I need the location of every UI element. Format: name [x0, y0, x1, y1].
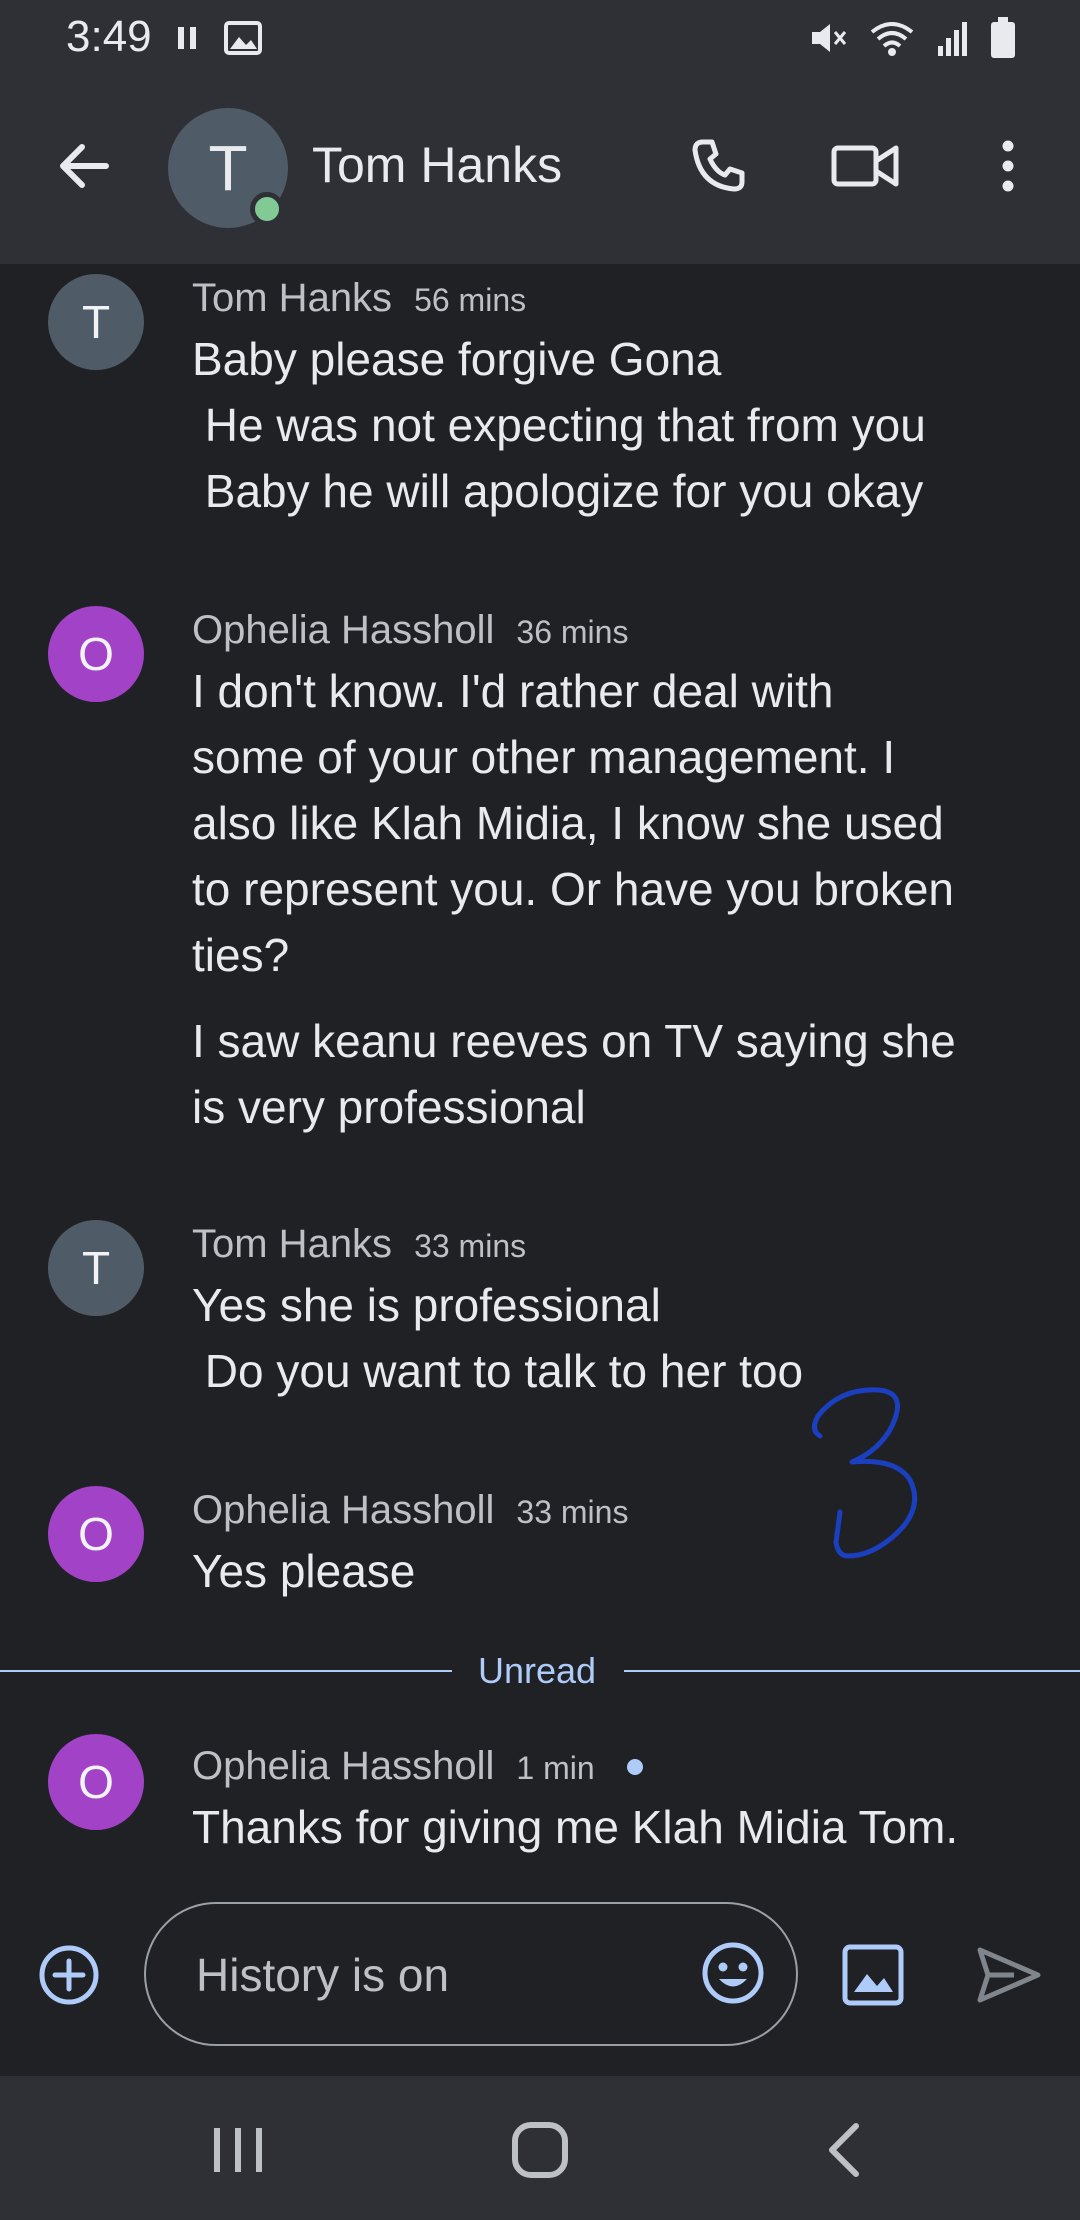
- message-time: 1 min: [516, 1750, 595, 1786]
- unread-dot: [626, 1758, 643, 1775]
- online-status-dot: [250, 192, 284, 226]
- message-text: I saw keanu reeves on TV saying she: [192, 1015, 956, 1067]
- nav-back-icon[interactable]: [822, 2120, 866, 2180]
- phone-icon[interactable]: [686, 134, 750, 198]
- status-right-icons: [808, 16, 1016, 60]
- sender-avatar[interactable]: T: [48, 274, 144, 370]
- message-text: ties?: [192, 929, 290, 981]
- message-time: 56 mins: [414, 282, 527, 318]
- send-icon[interactable]: [974, 1942, 1044, 2008]
- wifi-icon: [870, 22, 914, 56]
- message-meta: Ophelia Hassholl 36 mins: [192, 608, 628, 653]
- mute-icon: [812, 24, 847, 52]
- unread-divider: Unread: [0, 1646, 1080, 1696]
- message-meta: Tom Hanks 56 mins: [192, 276, 526, 321]
- system-nav-bar: [0, 2076, 1080, 2220]
- home-icon[interactable]: [510, 2120, 570, 2180]
- recents-icon[interactable]: [210, 2124, 266, 2176]
- status-time: 3:49: [66, 12, 152, 61]
- message-text: also like Klah Midia, I know she used: [192, 797, 944, 849]
- sender-avatar[interactable]: O: [48, 1486, 144, 1582]
- status-left-icons: [176, 18, 262, 58]
- image-icon[interactable]: [840, 1942, 906, 2008]
- message-time: 36 mins: [516, 614, 629, 650]
- message-text: some of your other management. I: [192, 731, 896, 783]
- emoji-icon[interactable]: [700, 1940, 766, 2006]
- handwritten-3-annotation: [812, 1387, 918, 1559]
- message-meta: Ophelia Hassholl 33 mins: [192, 1488, 628, 1533]
- message-time: 33 mins: [516, 1494, 629, 1530]
- message-meta: Tom Hanks 33 mins: [192, 1222, 526, 1267]
- battery-icon: [991, 17, 1015, 58]
- unread-label: Unread: [478, 1650, 597, 1691]
- message-meta: Ophelia Hassholl 1 min: [192, 1744, 643, 1789]
- sender-name: Ophelia Hassholl: [192, 608, 495, 652]
- sender-name: Tom Hanks: [192, 276, 393, 320]
- sender-avatar[interactable]: T: [48, 1220, 144, 1316]
- message-time: 33 mins: [414, 1228, 527, 1264]
- video-icon[interactable]: [830, 134, 902, 198]
- message-text: He was not expecting that from you: [192, 399, 926, 451]
- conversation-header: T Tom Hanks: [0, 76, 1080, 264]
- sender-name: Ophelia Hassholl: [192, 1744, 495, 1788]
- sender-name: Tom Hanks: [192, 1222, 393, 1266]
- more-vert-icon[interactable]: [990, 134, 1026, 198]
- message-text: Yes she is professional: [192, 1279, 661, 1331]
- compose-bar: [0, 1880, 1080, 2076]
- divider-line-right: [624, 1670, 1080, 1672]
- status-bar: 3:49: [0, 0, 1080, 76]
- message-text: Baby please forgive Gona: [192, 333, 722, 385]
- message-text: to represent you. Or have you broken: [192, 863, 954, 915]
- divider-line-left: [0, 1670, 452, 1672]
- pause-icon: [178, 27, 196, 49]
- add-circle-icon[interactable]: [36, 1942, 102, 2008]
- sender-avatar[interactable]: O: [48, 1734, 144, 1830]
- contact-name[interactable]: Tom Hanks: [312, 136, 562, 194]
- message-text: Thanks for giving me Klah Midia Tom.: [192, 1801, 959, 1853]
- message-text: Yes please: [192, 1545, 416, 1597]
- message-text: is very professional: [192, 1081, 586, 1133]
- signal-icon: [938, 22, 967, 56]
- message-input[interactable]: [196, 1938, 656, 2012]
- message-text: Baby he will apologize for you okay: [192, 465, 924, 517]
- image-icon: [224, 21, 262, 55]
- sender-avatar[interactable]: O: [48, 606, 144, 702]
- sender-name: Ophelia Hassholl: [192, 1488, 495, 1532]
- message-text: I don't know. I'd rather deal with: [192, 665, 834, 717]
- message-text: Do you want to talk to her too: [192, 1345, 804, 1397]
- compose-field[interactable]: [144, 1902, 798, 2046]
- back-arrow-icon[interactable]: [52, 134, 116, 198]
